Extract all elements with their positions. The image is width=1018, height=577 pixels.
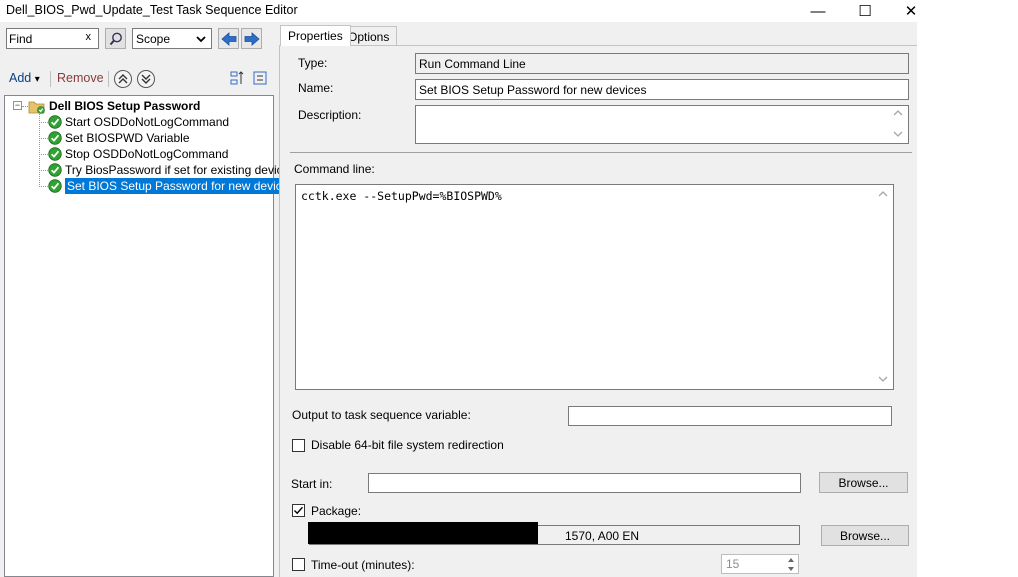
timeout-label: Time-out (minutes): — [311, 558, 415, 572]
arrow-left-icon — [220, 31, 236, 46]
success-check-icon — [48, 179, 62, 193]
collapse-all-button[interactable] — [230, 70, 246, 89]
scroll-up-icon[interactable] — [878, 190, 888, 198]
command-line-input[interactable]: cctk.exe --SetupPwd=%BIOSPWD% — [295, 184, 894, 390]
browse-package-button[interactable]: Browse... — [821, 525, 909, 546]
tree-item[interactable]: Stop OSDDoNotLogCommand — [48, 146, 228, 162]
clear-find-icon[interactable]: x — [86, 31, 92, 43]
tree-connector — [39, 114, 40, 187]
tree-connector — [39, 170, 48, 171]
expand-icon — [253, 71, 267, 85]
chevron-down-icon — [196, 36, 206, 43]
start-in-input[interactable] — [368, 473, 801, 493]
timeout-value: 15 — [726, 557, 740, 571]
toolbar-separator — [50, 71, 51, 87]
description-input[interactable] — [415, 105, 909, 144]
tree-connector — [39, 122, 48, 123]
collapse-icon — [230, 71, 244, 85]
window-title: Dell_BIOS_Pwd_Update_Test Task Sequence … — [6, 3, 298, 17]
description-label: Description: — [298, 108, 362, 122]
move-up-button[interactable] — [114, 70, 132, 88]
scroll-down-icon[interactable] — [878, 375, 888, 383]
tree-collapse-toggle[interactable]: − — [13, 101, 22, 110]
find-button[interactable] — [105, 28, 126, 49]
tree-connector — [39, 138, 48, 139]
browse-start-in-button[interactable]: Browse... — [819, 472, 908, 493]
tree-item-label: Try BiosPassword if set for existing dev… — [65, 163, 296, 177]
disable-redirection-label: Disable 64-bit file system redirection — [311, 438, 504, 452]
tree-group-dell-bios[interactable]: Dell BIOS Setup Password — [28, 98, 200, 114]
remove-button[interactable]: Remove — [57, 71, 104, 85]
scroll-down-icon[interactable] — [893, 130, 903, 138]
disable-redirection-checkbox[interactable] — [292, 439, 305, 452]
name-label: Name: — [298, 81, 334, 95]
maximize-button[interactable]: ☐ — [842, 0, 888, 22]
scope-label: Scope — [136, 31, 171, 46]
tree-item-label: Stop OSDDoNotLogCommand — [65, 147, 229, 161]
start-in-label: Start in: — [291, 477, 333, 491]
move-up-icon — [118, 74, 128, 84]
command-line-label: Command line: — [294, 162, 375, 176]
timeout-checkbox[interactable] — [292, 558, 305, 571]
find-box[interactable]: x — [6, 28, 99, 49]
add-dropdown-icon: ▾ — [34, 74, 40, 85]
spin-up-icon[interactable] — [787, 557, 795, 563]
package-checkbox[interactable] — [292, 504, 305, 517]
type-field: Run Command Line — [415, 53, 909, 74]
move-down-button[interactable] — [137, 70, 155, 88]
tab-properties[interactable]: Properties — [280, 25, 351, 46]
tree-group-label: Dell BIOS Setup Password — [49, 99, 201, 113]
type-label: Type: — [298, 56, 328, 70]
toolbar-separator — [108, 71, 109, 87]
search-icon — [109, 32, 122, 45]
move-down-icon — [141, 74, 151, 84]
scope-dropdown[interactable]: Scope — [132, 28, 212, 49]
spin-down-icon[interactable] — [787, 566, 795, 572]
success-check-icon — [48, 147, 62, 161]
folder-icon — [28, 101, 45, 114]
expand-all-button[interactable] — [252, 70, 268, 89]
package-label: Package: — [311, 504, 362, 518]
checkmark-icon — [294, 506, 304, 515]
output-variable-label: Output to task sequence variable: — [292, 408, 471, 422]
tree-item[interactable]: Set BIOSPWD Variable — [48, 130, 190, 146]
tree-connector — [39, 186, 48, 187]
tab-strip: Properties Options — [279, 25, 919, 46]
redacted-region — [308, 522, 538, 544]
tree-item-label: Set BIOSPWD Variable — [65, 131, 190, 145]
arrow-right-icon — [244, 31, 260, 46]
tree-item-selected[interactable]: Set BIOS Setup Password for new devices — [48, 178, 297, 194]
name-input[interactable]: Set BIOS Setup Password for new devices — [415, 79, 909, 100]
tree-item[interactable]: Try BiosPassword if set for existing dev… — [48, 162, 295, 178]
timeout-spinner[interactable]: 15 — [721, 554, 799, 574]
forward-button[interactable] — [241, 28, 262, 49]
section-divider — [290, 152, 912, 153]
output-variable-input[interactable] — [568, 406, 892, 426]
minimize-button[interactable]: — — [795, 0, 841, 22]
success-check-icon — [48, 131, 62, 145]
add-label: Add — [9, 71, 32, 85]
tree-connector — [39, 154, 48, 155]
success-check-icon — [48, 163, 62, 177]
find-input[interactable] — [7, 29, 77, 48]
tree-item-label: Start OSDDoNotLogCommand — [65, 115, 230, 129]
tree-item[interactable]: Start OSDDoNotLogCommand — [48, 114, 229, 130]
task-sequence-tree[interactable]: − Dell BIOS Setup Password Start OSDDoNo… — [4, 95, 297, 577]
scroll-up-icon[interactable] — [893, 109, 903, 117]
back-button[interactable] — [218, 28, 239, 49]
add-button[interactable]: Add ▾ — [9, 71, 40, 85]
close-button[interactable]: ✕ — [888, 0, 934, 22]
tree-item-label: Set BIOS Setup Password for new devices — [65, 178, 297, 194]
success-check-icon — [48, 115, 62, 129]
